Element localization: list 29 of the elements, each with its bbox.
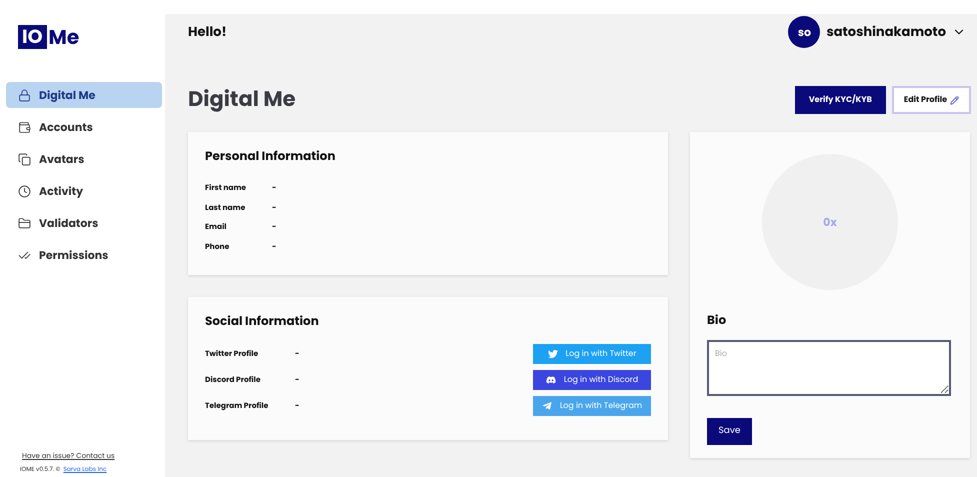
clock-icon — [18, 184, 31, 198]
card-title: Personal Information — [205, 148, 336, 166]
sidebar-item[interactable]: Permissions — [6, 242, 162, 268]
bio-title: Bio — [707, 312, 728, 330]
lock-icon — [18, 88, 31, 102]
folder-icon — [18, 216, 31, 230]
paper-plane-icon — [542, 401, 552, 411]
copy-icon — [18, 152, 31, 166]
social-login-button[interactable]: Log in with Discord — [533, 370, 651, 390]
verify-button[interactable]: Verify KYC/KYB — [794, 86, 886, 114]
wallet-icon — [18, 120, 31, 134]
sidebar-item[interactable]: Digital Me — [6, 82, 162, 108]
edit-profile-button[interactable]: Edit Profile — [892, 86, 971, 114]
sidebar-item[interactable]: Accounts — [6, 114, 162, 140]
bird-icon — [548, 349, 558, 359]
user-avatar: so — [788, 16, 820, 48]
user-menu[interactable]: so satoshinakamoto — [788, 16, 966, 48]
card-title: Social Information — [205, 313, 320, 331]
logo-text: Me — [48, 22, 80, 52]
sidebar-item[interactable]: Avatars — [6, 146, 162, 172]
pencil-icon — [950, 96, 959, 104]
greeting: Hello! — [188, 22, 227, 42]
logo-mark: IO — [18, 25, 47, 49]
sidebar-item[interactable]: Validators — [6, 210, 162, 236]
game-controller-icon — [546, 375, 556, 385]
save-button[interactable]: Save — [707, 418, 752, 445]
bio-field[interactable]: Bio — [707, 340, 951, 396]
page-title: Digital Me — [188, 84, 296, 116]
sidebar-item[interactable]: Activity — [6, 178, 162, 204]
